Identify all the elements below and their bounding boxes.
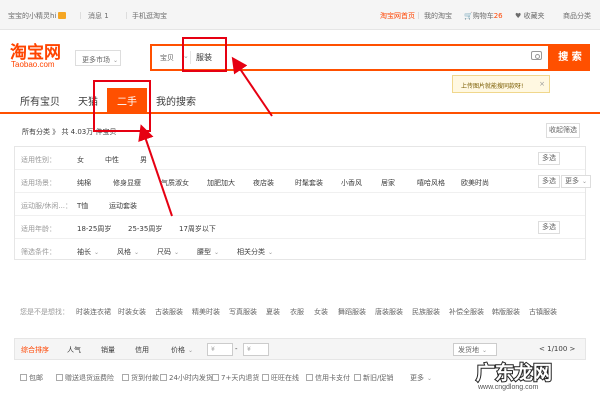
annotation-arrows [138, 56, 273, 217]
watermark: 广东龙网 广东龙网 www.cngdlong.com [470, 352, 596, 396]
arrow-to-search [231, 56, 273, 117]
watermark-text: 广东龙网 [476, 362, 553, 384]
arrow-to-tab [138, 124, 173, 217]
watermark-url: www.cngdlong.com [478, 384, 539, 391]
